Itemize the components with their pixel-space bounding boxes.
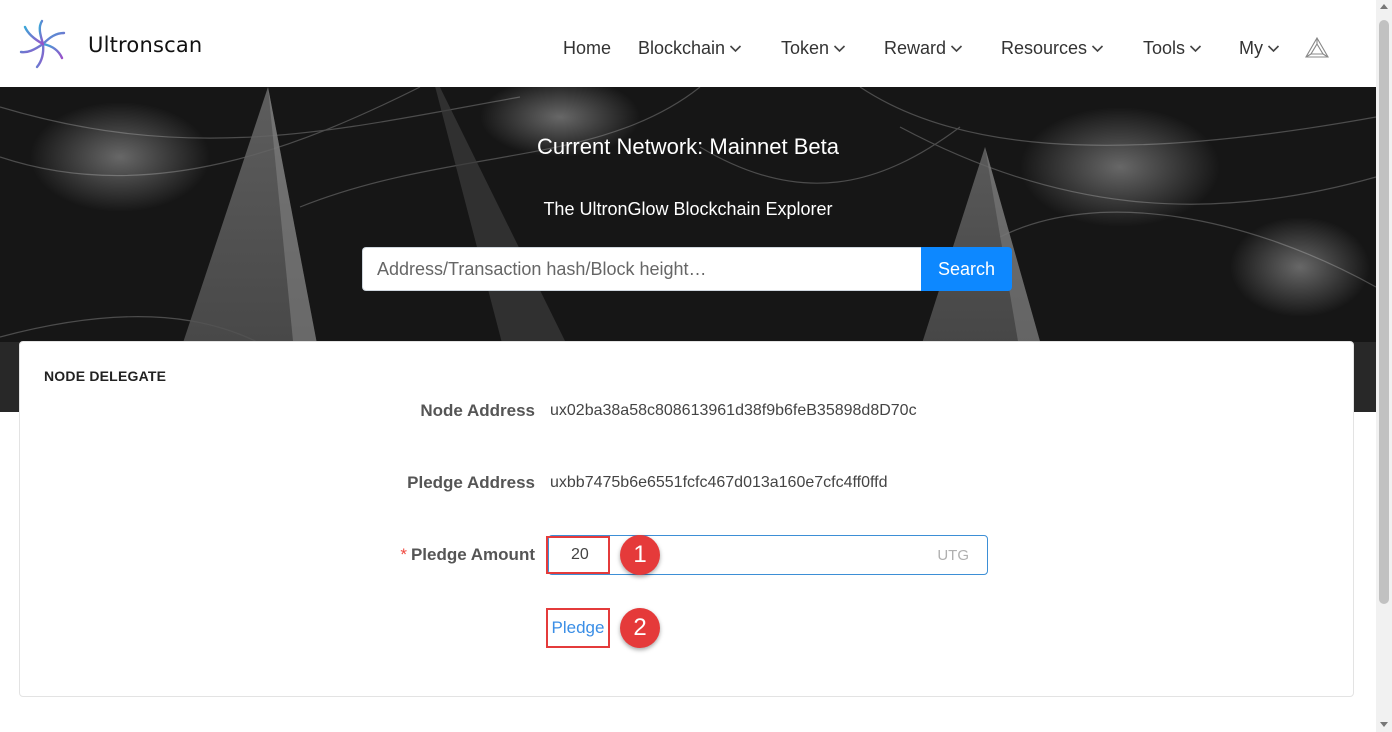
chevron-down-icon: [950, 45, 963, 53]
nav-label: Blockchain: [638, 37, 726, 58]
unit-suffix: UTG: [937, 547, 969, 564]
current-network-title: Current Network: Mainnet Beta: [536, 134, 840, 159]
chevron-down-icon: [1267, 45, 1280, 53]
nav-label: My: [1239, 37, 1263, 58]
card-title: NODE DELEGATE: [44, 368, 167, 384]
nav-home[interactable]: Home: [563, 36, 611, 60]
scroll-thumb[interactable]: [1379, 20, 1389, 604]
search-input[interactable]: [362, 247, 921, 291]
nav-blockchain[interactable]: Blockchain: [638, 36, 742, 60]
nav-resources[interactable]: Resources: [1001, 36, 1104, 60]
pledge-amount-field[interactable]: UTG: [548, 535, 988, 575]
site-header: Ultronscan Home Blockchain Token Reward …: [0, 0, 1376, 87]
chevron-down-icon: [729, 45, 742, 53]
scroll-up-arrow-icon[interactable]: [1380, 4, 1388, 9]
pledge-amount-input[interactable]: [561, 536, 861, 574]
nav-label: Token: [781, 37, 830, 58]
pledge-button[interactable]: Pledge: [546, 608, 610, 648]
nav-reward[interactable]: Reward: [884, 36, 963, 60]
pledge-address-label: Pledge Address: [407, 473, 535, 492]
explorer-subtitle: The UltronGlow Blockchain Explorer: [543, 199, 833, 219]
search-button[interactable]: Search: [921, 247, 1012, 291]
search-bar: Search: [362, 247, 1012, 291]
chevron-down-icon: [833, 45, 846, 53]
nav-label: Home: [563, 37, 612, 58]
scroll-down-arrow-icon[interactable]: [1380, 722, 1388, 727]
node-address-value: ux02ba38a58c808613961d38f9b6feB35898d8D7…: [550, 402, 917, 419]
nav-label: Tools: [1143, 37, 1186, 58]
nav-label: Resources: [1001, 37, 1088, 58]
node-delegate-card: NODE DELEGATE Node Address ux02ba38a58c8…: [19, 341, 1354, 697]
required-mark: *: [400, 545, 407, 564]
page-scrollbar[interactable]: [1376, 0, 1392, 732]
step-badge-1: 1: [620, 535, 660, 575]
pledge-amount-label-text: Pledge Amount: [410, 545, 535, 564]
triangle-network-icon[interactable]: [1304, 36, 1330, 60]
nav-tools[interactable]: Tools: [1143, 36, 1202, 60]
pledge-amount-label: * Pledge Amount: [235, 545, 535, 565]
chevron-down-icon: [1189, 45, 1202, 53]
star-burst-logo-icon[interactable]: [16, 18, 70, 70]
step-badge-2: 2: [620, 608, 660, 648]
chevron-down-icon: [1091, 45, 1104, 53]
pledge-address-value: uxbb7475b6e6551fcfc467d013a160e7cfc4ff0f…: [550, 474, 888, 491]
nav-token[interactable]: Token: [781, 36, 846, 60]
nav-label: Reward: [884, 37, 947, 58]
nav-my[interactable]: My: [1239, 36, 1280, 60]
brand-name[interactable]: Ultronscan: [88, 33, 202, 57]
node-address-label: Node Address: [420, 401, 535, 420]
